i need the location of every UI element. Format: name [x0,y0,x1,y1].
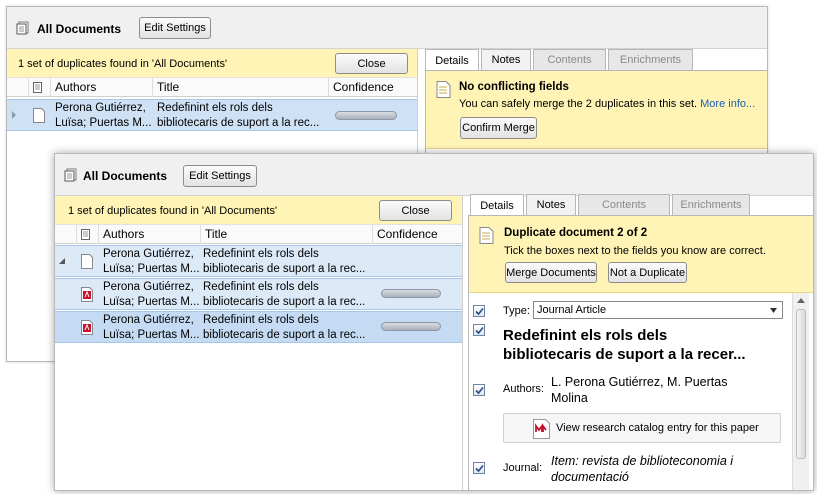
document-icon [81,254,93,269]
attachment-column[interactable] [29,78,51,97]
table-row[interactable]: Perona Gutiérrez, Luïsa; Puertas M... Red… [55,311,462,343]
tab-details[interactable]: Details [425,49,479,71]
merge-document-icon [436,81,451,98]
tab-bar: Details Notes Contents Enrichments [425,49,755,71]
pdf-icon [81,320,93,335]
tab-bar: Details Notes Contents Enrichments [470,194,800,216]
journal-value: Item: revista de biblioteconomia i docume… [551,454,734,484]
authors-label: Authors: [503,383,544,395]
type-select[interactable]: Journal Article [533,301,783,319]
duplicate-panel: Duplicate document 2 of 2 Tick the boxes… [469,216,813,293]
row-title: Redefinint els rols dels bibliotecaris de… [203,281,366,308]
front-window: All Documents Edit Settings 1 set of dup… [54,153,814,491]
scroll-up-icon[interactable] [797,298,805,303]
row-authors: Perona Gutiérrez, Luïsa; Puertas M... [55,102,152,129]
scroll-thumb[interactable] [796,309,806,459]
tab-details[interactable]: Details [470,194,524,216]
panel-heading: No conflicting fields [459,81,569,93]
documents-icon [64,168,77,182]
attachment-column-icon [81,229,90,240]
row-title: Redefinint els rols dels bibliotecaris de… [157,102,320,129]
chevron-down-icon [770,308,777,313]
authors-column[interactable]: Authors [51,78,153,97]
tab-notes[interactable]: Notes [526,194,576,215]
journal-label: Journal: [503,462,543,474]
edit-settings-button[interactable]: Edit Settings [183,165,257,187]
expand-icon[interactable] [11,111,17,119]
list-header: Authors Title Confidence [55,224,462,244]
panel-text: Tick the boxes next to the fields you kn… [504,245,766,257]
details-pane: Duplicate document 2 of 2 Tick the boxes… [468,215,813,490]
tab-enrichments[interactable]: Enrichments [672,194,750,215]
scrollbar[interactable] [792,293,809,490]
collapse-icon[interactable] [59,258,66,264]
duplicates-message: 1 set of duplicates found in 'All Docume… [18,58,228,70]
merge-documents-button[interactable]: Merge Documents [505,262,597,283]
collection-title: All Documents [83,169,168,183]
splitter[interactable] [462,196,463,490]
edit-settings-button[interactable]: Edit Settings [139,17,211,39]
journal-checkbox[interactable] [473,462,485,474]
duplicates-bar: 1 set of duplicates found in 'All Docume… [7,49,417,80]
row-authors: Perona Gutiérrez, Luïsa; Puertas M... [103,248,200,275]
merge-panel: No conflicting fields You can safely mer… [426,71,767,149]
row-title: Redefinint els rols dels bibliotecaris de… [203,314,366,341]
attachment-column-icon [33,82,42,93]
type-value: Journal Article [537,304,607,316]
confidence-bar [381,322,441,331]
toolbar: All Documents Edit Settings [7,7,767,49]
sort-column[interactable] [7,78,29,97]
table-row[interactable]: Perona Gutiérrez, Luïsa; Puertas M... Red… [55,245,462,277]
authors-value: L. Perona Gutiérrez, M. Puertas Molina [551,375,728,405]
row-authors: Perona Gutiérrez, Luïsa; Puertas M... [103,314,200,341]
catalog-label: View research catalog entry for this pap… [556,422,759,434]
duplicate-document-icon [479,227,494,244]
type-label: Type: [503,305,530,317]
documents-icon [16,21,29,35]
duplicates-bar: 1 set of duplicates found in 'All Docume… [55,196,462,227]
tab-notes[interactable]: Notes [481,49,531,70]
attachment-column[interactable] [77,225,99,244]
more-info-link[interactable]: More info... [700,98,755,110]
pdf-icon [81,287,93,302]
duplicates-message: 1 set of duplicates found in 'All Docume… [68,205,278,217]
confidence-column[interactable]: Confidence [373,225,462,244]
document-icon [33,108,45,123]
row-title: Redefinint els rols dels bibliotecaris de… [203,248,366,275]
tab-contents[interactable]: Contents [578,194,670,215]
title-column[interactable]: Title [201,225,373,244]
type-checkbox[interactable] [473,305,485,317]
document-title: Redefinint els rols dels bibliotecaris de… [503,327,746,363]
row-authors: Perona Gutiérrez, Luïsa; Puertas M... [103,281,200,308]
close-button[interactable]: Close [379,200,452,221]
table-row[interactable]: Perona Gutiérrez, Luïsa; Puertas M... Red… [7,99,417,131]
title-column[interactable]: Title [153,78,329,97]
close-button[interactable]: Close [335,53,408,74]
authors-column[interactable]: Authors [99,225,201,244]
table-row[interactable]: Perona Gutiérrez, Luïsa; Puertas M... Red… [55,278,462,310]
not-duplicate-button[interactable]: Not a Duplicate [608,262,687,283]
toolbar: All Documents Edit Settings [55,154,813,196]
confirm-merge-button[interactable]: Confirm Merge [460,117,537,139]
sort-column[interactable] [55,225,77,244]
list-header: Authors Title Confidence [7,77,417,97]
title-checkbox[interactable] [473,324,485,336]
panel-heading: Duplicate document 2 of 2 [504,227,648,239]
confidence-column[interactable]: Confidence [329,78,417,97]
collection-title: All Documents [37,22,122,36]
authors-checkbox[interactable] [473,384,485,396]
tab-enrichments[interactable]: Enrichments [608,49,693,70]
catalog-icon [533,419,550,439]
confidence-bar [335,111,397,120]
catalog-entry-button[interactable]: View research catalog entry for this pap… [503,413,781,443]
confidence-bar [381,289,441,298]
panel-text: You can safely merge the 2 duplicates in… [459,98,756,110]
tab-contents[interactable]: Contents [533,49,606,70]
